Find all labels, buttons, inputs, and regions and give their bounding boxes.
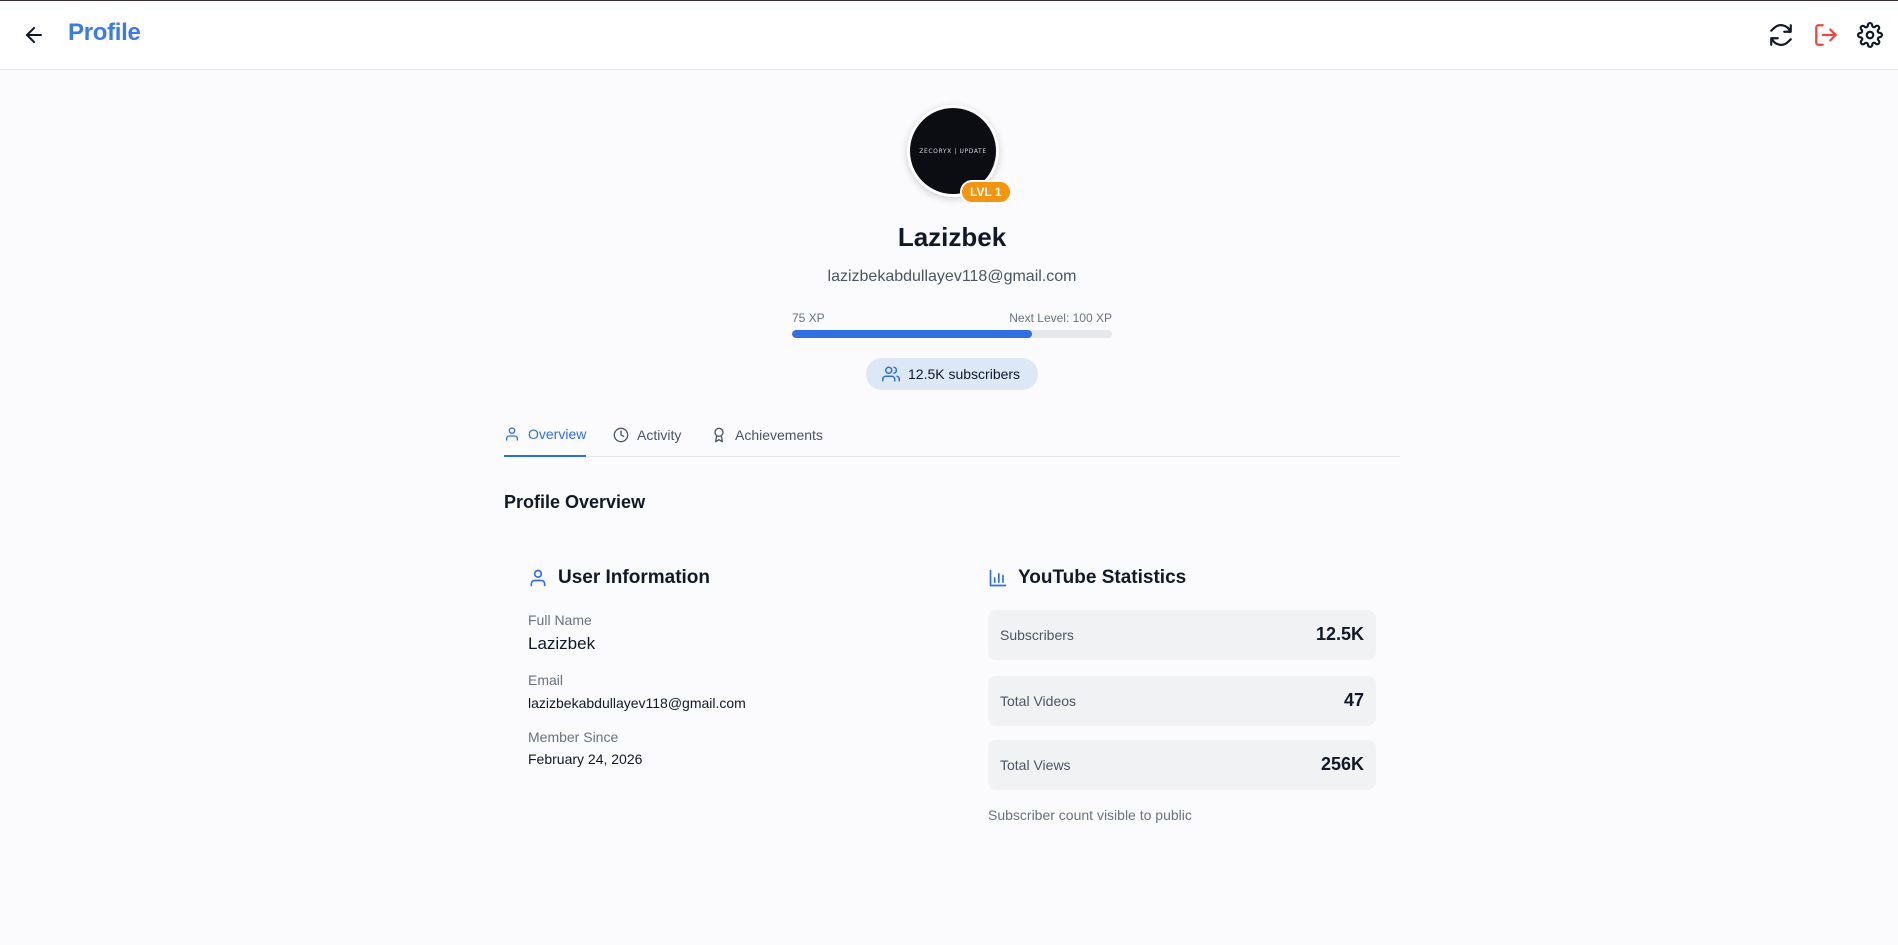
stat-value: 47 bbox=[1343, 690, 1364, 710]
settings-button[interactable] bbox=[1857, 22, 1883, 48]
subscribers-text: 12.5K subscribers bbox=[908, 366, 1021, 382]
stat-label: Total Views bbox=[1000, 757, 1071, 773]
xp-progress-fill bbox=[792, 330, 1032, 338]
stat-label: Subscribers bbox=[1000, 627, 1074, 643]
users-icon bbox=[882, 366, 900, 382]
section-title: Profile Overview bbox=[504, 492, 646, 512]
profile-name: Lazizbek bbox=[897, 222, 1007, 252]
member-since-value: February 24, 2026 bbox=[528, 751, 643, 767]
full-name-value: Lazizbek bbox=[528, 634, 596, 653]
clock-icon bbox=[613, 427, 629, 442]
tab-overview[interactable]: Overview bbox=[504, 420, 587, 457]
profile-tabs: Overview Activity Achievements bbox=[504, 420, 1400, 457]
tab-achievements[interactable]: Achievements bbox=[711, 420, 823, 457]
logout-icon bbox=[1815, 24, 1837, 46]
stat-value: 12.5K bbox=[1315, 624, 1364, 644]
full-name-label: Full Name bbox=[528, 612, 592, 628]
page-title: Profile bbox=[68, 19, 141, 46]
card-title-text: YouTube Statistics bbox=[1018, 567, 1187, 588]
tab-label: Overview bbox=[528, 425, 587, 442]
stat-value: 256K bbox=[1320, 754, 1364, 774]
back-button[interactable] bbox=[22, 23, 46, 47]
xp-next-level-label: Next Level: 100 XP bbox=[1009, 311, 1112, 325]
member-since-label: Member Since bbox=[528, 729, 619, 745]
refresh-button[interactable] bbox=[1768, 22, 1794, 48]
email-label: Email bbox=[528, 672, 564, 688]
back-arrow-icon bbox=[26, 27, 42, 43]
youtube-stats-title: YouTube Statistics bbox=[988, 567, 1186, 589]
level-badge: LVL 1 bbox=[960, 180, 1012, 204]
logout-button[interactable] bbox=[1813, 22, 1839, 48]
xp-current-label: 75 XP bbox=[792, 311, 825, 325]
tab-label: Activity bbox=[637, 426, 682, 443]
subscribers-badge: 12.5K subscribers bbox=[866, 358, 1038, 390]
award-icon bbox=[714, 427, 724, 442]
top-bar: Profile bbox=[0, 1, 1898, 70]
email-value: lazizbekabdullayev118@gmail.com bbox=[528, 695, 746, 711]
user-info-title: User Information bbox=[528, 567, 710, 589]
stat-subscribers: Subscribers 12.5K bbox=[988, 610, 1376, 660]
card-title-text: User Information bbox=[558, 567, 711, 588]
stat-label: Total Videos bbox=[1000, 693, 1077, 709]
settings-icon bbox=[1857, 22, 1883, 48]
user-icon bbox=[530, 569, 546, 587]
avatar-text: ZECORYX | UPDATE bbox=[919, 147, 987, 155]
tab-activity[interactable]: Activity bbox=[613, 420, 681, 457]
xp-progress-bar bbox=[792, 330, 1112, 338]
stat-total-videos: Total Videos 47 bbox=[988, 676, 1376, 726]
visibility-note: Subscriber count visible to public bbox=[988, 807, 1192, 823]
stat-total-views: Total Views 256K bbox=[988, 740, 1376, 790]
user-icon bbox=[506, 426, 518, 441]
bar-chart-icon bbox=[989, 569, 1007, 587]
tab-label: Achievements bbox=[735, 426, 823, 443]
profile-email: lazizbekabdullayev118@gmail.com bbox=[827, 268, 1077, 285]
refresh-icon bbox=[1770, 24, 1792, 46]
